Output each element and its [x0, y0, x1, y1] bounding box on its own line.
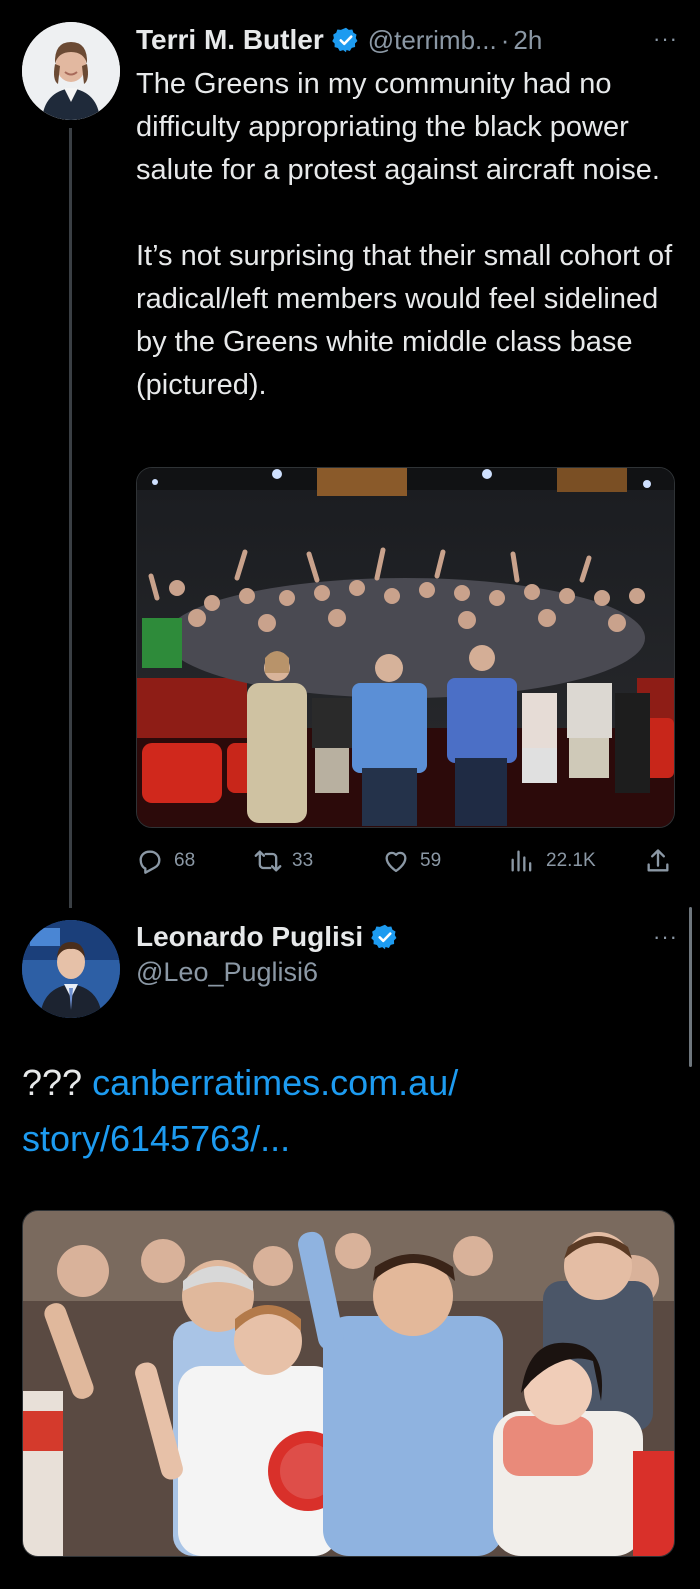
avatar[interactable] [22, 920, 120, 1018]
separator-dot: · [500, 24, 510, 55]
tweet-paragraph-2: It’s not surprising that their small coh… [136, 240, 673, 401]
reply-icon [139, 850, 161, 874]
more-options-icon[interactable]: ··· [653, 924, 678, 950]
reply-count: 68 [174, 850, 196, 871]
tweet-text-prefix: ??? [22, 1062, 93, 1103]
share-icon [647, 849, 669, 872]
retweet-button[interactable]: 33 [254, 843, 313, 879]
tweet-header: Terri M. Butler @terrimb... · 2h [136, 20, 542, 60]
tweet-photo[interactable] [22, 1210, 675, 1557]
tweet-actions-bar: 68 33 59 22.1K [136, 843, 673, 879]
avatar-portrait-icon [22, 22, 120, 120]
like-count: 59 [420, 850, 442, 871]
tweet-text: ??? canberratimes.com.au/ story/6145763/… [22, 1055, 662, 1167]
verified-badge-icon [331, 26, 360, 54]
views-icon [511, 850, 532, 872]
reply-button[interactable]: 68 [136, 843, 195, 879]
user-handle[interactable]: @terrimb... [368, 25, 497, 56]
display-name[interactable]: Leonardo Puglisi [136, 921, 363, 953]
more-options-icon[interactable]: ··· [653, 26, 678, 52]
tweet-text: The Greens in my community had no diffic… [136, 63, 681, 407]
tweet-paragraph-1: The Greens in my community had no diffic… [136, 68, 660, 186]
verified-badge-icon [371, 923, 399, 951]
tweet-photo[interactable] [136, 467, 675, 828]
share-button[interactable] [644, 843, 682, 879]
heart-icon [385, 851, 407, 873]
photo-campaign-celebration-icon [23, 1211, 674, 1556]
tweet-header: Leonardo Puglisi [136, 917, 407, 957]
views-count: 22.1K [546, 850, 596, 871]
photo-crowd-theatre-icon [137, 468, 674, 827]
display-name[interactable]: Terri M. Butler [136, 24, 324, 56]
tweet-terri-butler[interactable]: Terri M. Butler @terrimb... · 2h ··· The… [0, 0, 700, 900]
avatar-portrait-icon [22, 920, 120, 1018]
avatar[interactable] [22, 22, 120, 120]
user-handle[interactable]: @Leo_Puglisi6 [136, 957, 318, 988]
like-button[interactable]: 59 [382, 843, 441, 879]
retweet-icon [254, 850, 282, 872]
retweet-count: 33 [292, 850, 314, 871]
views-button[interactable]: 22.1K [508, 843, 596, 879]
timestamp[interactable]: 2h [513, 25, 542, 56]
scrollbar[interactable] [689, 907, 692, 1067]
